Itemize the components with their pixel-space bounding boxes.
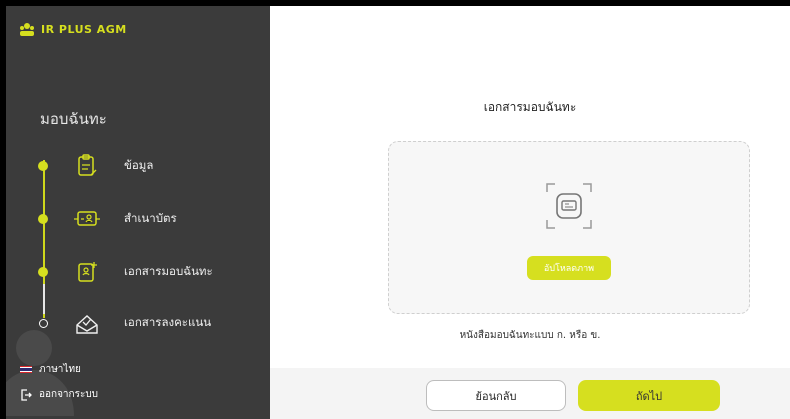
thai-flag-icon [20, 365, 32, 374]
sidebar: IR PLUS AGM มอบฉันทะ ข้อมูล สำเนาบัตร เอ… [6, 6, 270, 419]
sidebar-title: มอบฉันทะ [40, 110, 107, 128]
brand[interactable]: IR PLUS AGM [19, 22, 127, 36]
language-label: ภาษาไทย [39, 364, 81, 375]
upload-image-button[interactable]: อัปโหลดภาพ [527, 256, 611, 280]
step-label-info: ข้อมูล [124, 158, 154, 172]
step-info[interactable]: ข้อมูล [6, 151, 270, 181]
brand-name: IR PLUS AGM [41, 22, 127, 36]
upload-dropzone[interactable]: อัปโหลดภาพ [388, 141, 750, 314]
language-selector[interactable]: ภาษาไทย [20, 362, 81, 377]
step-dot-done [38, 214, 48, 224]
clipboard-icon [78, 154, 97, 176]
footer-bar: ย้อนกลับ ถัดไป [270, 368, 790, 419]
scan-document-icon [546, 183, 592, 229]
step-label-proxy-document: เอกสารมอบฉันทะ [124, 264, 213, 278]
logout-icon [21, 388, 32, 401]
main-panel: เอกสารมอบฉันทะ อัปโหลดภาพ หนังสือมอบฉันท… [270, 6, 790, 419]
step-proxy-document[interactable]: เอกสารมอบฉันทะ [6, 257, 270, 287]
logout-button[interactable]: ออกจากระบบ [20, 387, 98, 402]
back-button[interactable]: ย้อนกลับ [426, 380, 566, 411]
page-title: เอกสารมอบฉันทะ [483, 100, 577, 114]
proxy-document-icon [78, 262, 97, 282]
logout-label: ออกจากระบบ [39, 389, 99, 400]
next-button[interactable]: ถัดไป [578, 380, 720, 411]
meeting-people-icon [20, 23, 34, 36]
step-dot-done [38, 161, 48, 171]
step-label-id-copy: สำเนาบัตร [124, 211, 177, 225]
document-hint: หนังสือมอบฉันทะแบบ ก. หรือ ข. [459, 330, 601, 341]
id-card-icon [74, 211, 100, 226]
step-id-copy[interactable]: สำเนาบัตร [6, 204, 270, 234]
step-label-vote-document: เอกสารลงคะแนน [124, 315, 212, 329]
screen-frame: IR PLUS AGM มอบฉันทะ ข้อมูล สำเนาบัตร เอ… [0, 0, 790, 419]
app-window: IR PLUS AGM มอบฉันทะ ข้อมูล สำเนาบัตร เอ… [6, 6, 790, 419]
step-dot-current [38, 267, 48, 277]
